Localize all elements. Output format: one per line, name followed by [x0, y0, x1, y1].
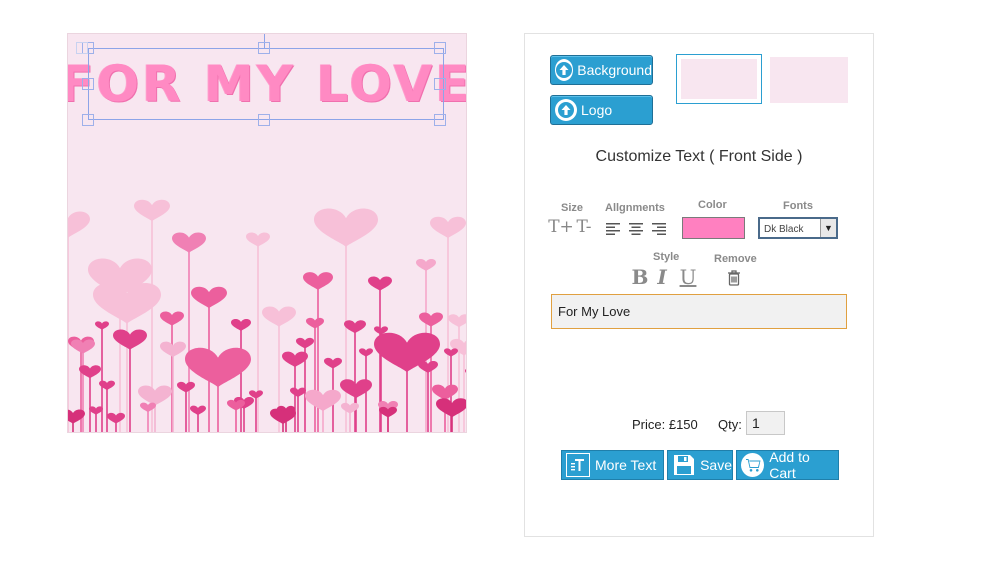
text-content-input[interactable] — [551, 294, 847, 329]
remove-text-button[interactable] — [726, 269, 742, 287]
heart-shape — [160, 311, 184, 432]
style-label: Style — [653, 251, 680, 263]
upload-icon — [555, 99, 577, 121]
underline-button[interactable]: U — [679, 265, 697, 289]
remove-label: Remove — [714, 253, 757, 265]
align-left-button[interactable] — [604, 221, 622, 237]
more-text-label: More Text — [595, 457, 657, 473]
heart-shape — [249, 390, 263, 432]
upload-icon — [555, 59, 574, 81]
heart-shape — [344, 320, 366, 432]
alignments-label: Allgnments — [605, 202, 665, 214]
align-center-icon — [629, 223, 643, 235]
text-color-picker[interactable] — [682, 217, 745, 239]
heart-shape — [306, 317, 324, 432]
resize-handle-s[interactable] — [258, 114, 270, 126]
floppy-icon — [672, 453, 695, 477]
heart-shape — [418, 361, 438, 432]
fonts-label: Fonts — [783, 200, 813, 212]
bold-button[interactable]: B — [631, 265, 649, 289]
font-select-value: Dk Black — [764, 224, 804, 235]
font-select[interactable]: Dk Black ▼ — [758, 217, 838, 239]
increase-size-button[interactable]: T+ — [548, 217, 574, 237]
resize-handle-sw[interactable] — [82, 114, 94, 126]
align-center-button[interactable] — [627, 221, 645, 237]
back-side-thumbnail[interactable] — [770, 57, 848, 103]
canvas-text-headline[interactable]: For My Love — [68, 48, 466, 120]
resize-handle-w[interactable] — [82, 78, 94, 90]
heart-shape — [374, 332, 440, 432]
save-button[interactable]: Save — [667, 450, 733, 480]
resize-handle-ne[interactable] — [434, 42, 446, 54]
add-to-cart-label: Add to Cart — [769, 449, 810, 481]
resize-handle-e[interactable] — [434, 78, 446, 90]
heart-shape — [227, 399, 245, 432]
size-label: Size — [561, 202, 584, 214]
color-label: Color — [698, 199, 727, 211]
trash-icon — [728, 270, 740, 286]
cart-icon — [741, 453, 765, 477]
text-icon — [566, 453, 590, 477]
resize-handle-se[interactable] — [434, 114, 446, 126]
quantity-label: Qty: — [718, 417, 742, 432]
decrease-size-button[interactable]: T- — [573, 217, 595, 237]
logo-upload-button[interactable]: Logo — [550, 95, 653, 125]
background-button-label: Background — [577, 62, 652, 78]
heart-shape — [303, 272, 333, 432]
more-text-button[interactable]: More Text — [561, 450, 664, 480]
resize-handle-outer-nw[interactable] — [76, 42, 88, 54]
align-left-icon — [606, 223, 620, 235]
align-right-button[interactable] — [650, 221, 668, 237]
italic-button[interactable]: I — [655, 265, 669, 289]
heart-shape — [190, 405, 206, 432]
background-upload-button[interactable]: Background — [550, 55, 653, 85]
save-label: Save — [700, 457, 732, 473]
front-side-thumbnail[interactable] — [676, 54, 762, 104]
heart-shape — [305, 389, 341, 432]
customize-title: Customize Text ( Front Side ) — [595, 148, 803, 165]
heart-shape — [436, 398, 466, 432]
chevron-down-icon[interactable]: ▼ — [820, 219, 836, 237]
heart-shape — [172, 232, 206, 432]
heart-shape — [89, 406, 103, 432]
heart-shape — [140, 402, 156, 432]
add-to-cart-button[interactable]: Add to Cart — [736, 449, 839, 481]
align-right-icon — [652, 223, 666, 235]
heart-shape — [419, 312, 443, 432]
customize-panel: Background Logo Customize Text ( Front S… — [524, 33, 874, 537]
quantity-input[interactable] — [746, 411, 785, 435]
design-canvas[interactable]: For My Love — [67, 33, 467, 433]
heart-shape — [68, 211, 90, 432]
price-text: Price: £150 — [632, 417, 698, 432]
logo-button-label: Logo — [581, 102, 613, 118]
resize-handle-n[interactable] — [258, 42, 270, 54]
heart-shape — [107, 412, 125, 432]
